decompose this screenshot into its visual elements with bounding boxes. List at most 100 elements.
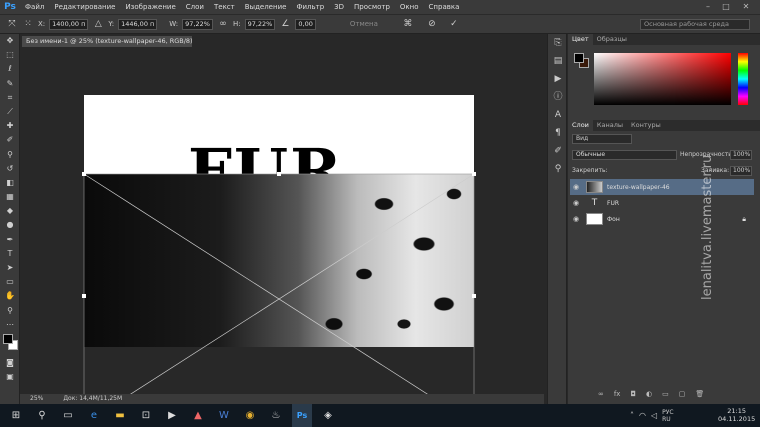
move-tool-icon[interactable]: ✥	[0, 34, 20, 48]
fx-icon[interactable]: fx	[614, 390, 621, 402]
menu-layers[interactable]: Слои	[181, 0, 209, 14]
layer-row-texture[interactable]: ◉ texture-wallpaper-46	[570, 179, 754, 195]
volume-icon[interactable]: ◁	[651, 411, 657, 420]
menu-select[interactable]: Выделение	[240, 0, 292, 14]
opacity-input[interactable]: 100%	[730, 150, 752, 160]
group-icon[interactable]: ▭	[662, 390, 669, 402]
menu-3d[interactable]: 3D	[329, 0, 349, 14]
tab-paths[interactable]: Контуры	[627, 120, 665, 131]
edge-icon[interactable]: e	[84, 404, 104, 427]
close-icon[interactable]: ✕	[738, 0, 754, 14]
link-layers-icon[interactable]: ∞	[598, 390, 604, 402]
eye-icon[interactable]: ◉	[570, 199, 582, 207]
character-panel-icon[interactable]: A	[548, 106, 568, 124]
eye-icon[interactable]: ◉	[570, 183, 582, 191]
edit-toolbar-icon[interactable]: ⋯	[0, 318, 20, 332]
transform-tool-icon[interactable]: ⤧	[6, 19, 18, 29]
clone-stamp-tool-icon[interactable]: ⚲	[0, 148, 20, 162]
x-input[interactable]: 1400,00 п	[49, 18, 89, 30]
layer-name[interactable]: FUR	[607, 200, 619, 207]
explorer-icon[interactable]: ▬	[110, 404, 130, 427]
crop-tool-icon[interactable]: ⌗	[0, 91, 20, 105]
hand-tool-icon[interactable]: ✋	[0, 289, 20, 303]
media-icon[interactable]: ▶	[162, 404, 182, 427]
canvas-area[interactable]: FUR	[20, 48, 544, 394]
app2-icon[interactable]: ◈	[318, 404, 338, 427]
delta-icon[interactable]: △	[92, 19, 104, 29]
screen-mode-icon[interactable]: ▣	[0, 370, 20, 384]
tab-layers[interactable]: Слои	[568, 120, 593, 131]
foreground-background-colors[interactable]	[0, 332, 19, 356]
lasso-tool-icon[interactable]: ℓ	[0, 62, 20, 76]
y-input[interactable]: 1446,00 п	[118, 18, 158, 30]
actions-panel-icon[interactable]: ▶	[548, 70, 568, 88]
shape-tool-icon[interactable]: ▭	[0, 275, 20, 289]
gradient-tool-icon[interactable]: ▦	[0, 190, 20, 204]
brush-panel-icon[interactable]: ✐	[548, 142, 568, 160]
word-icon[interactable]: W	[214, 404, 234, 427]
menu-help[interactable]: Справка	[424, 0, 465, 14]
layer-name[interactable]: Фон	[607, 216, 620, 223]
quick-mask-icon[interactable]: ◙	[0, 356, 20, 370]
type-tool-icon[interactable]: T	[0, 247, 20, 261]
width-input[interactable]: 97,22%	[182, 18, 213, 30]
tray-chevron-icon[interactable]: ˄	[630, 411, 634, 420]
reference-point-icon[interactable]: ⁙	[22, 19, 34, 29]
quick-select-tool-icon[interactable]: ✎	[0, 77, 20, 91]
link-icon[interactable]: ∞	[217, 19, 229, 29]
maximize-icon[interactable]: □	[718, 0, 734, 14]
blur-tool-icon[interactable]: ◆	[0, 204, 20, 218]
color-picker-field[interactable]	[594, 53, 731, 105]
blend-mode-select[interactable]: Обычные	[572, 150, 677, 160]
task-view-icon[interactable]: ▭	[58, 404, 78, 427]
keyboard-language[interactable]: РУС RU	[662, 409, 673, 423]
path-select-tool-icon[interactable]: ➤	[0, 261, 20, 275]
dodge-tool-icon[interactable]: ●	[0, 218, 20, 232]
tab-swatches[interactable]: Образцы	[593, 34, 631, 45]
menu-file[interactable]: Файл	[20, 0, 49, 14]
angle-input[interactable]: 0,00	[295, 18, 316, 30]
paragraph-panel-icon[interactable]: ¶	[548, 124, 568, 142]
eraser-tool-icon[interactable]: ◧	[0, 176, 20, 190]
workspace-select[interactable]: Основная рабочая среда	[640, 19, 750, 30]
foreground-color-swatch[interactable]	[3, 333, 13, 344]
layer-row-fur[interactable]: ◉ T FUR	[570, 195, 754, 211]
history-brush-tool-icon[interactable]: ↺	[0, 162, 20, 176]
clone-source-panel-icon[interactable]: ⚲	[548, 160, 568, 178]
menu-window[interactable]: Окно	[395, 0, 424, 14]
menu-edit[interactable]: Редактирование	[49, 0, 120, 14]
search-icon[interactable]: ⚲	[32, 404, 52, 427]
menu-view[interactable]: Просмотр	[349, 0, 395, 14]
document-info[interactable]: Док: 14,4M/11,25M	[63, 394, 122, 404]
zoom-tool-icon[interactable]: ⚲	[0, 304, 20, 318]
height-input[interactable]: 97,22%	[244, 18, 276, 30]
warp-icon[interactable]: ⌘	[402, 19, 414, 29]
mask-icon[interactable]: ◘	[630, 390, 636, 402]
new-layer-icon[interactable]: ▢	[679, 390, 686, 402]
document-tab[interactable]: Без имени-1 @ 25% (texture-wallpaper-46,…	[22, 36, 192, 47]
hue-slider[interactable]	[738, 53, 748, 105]
minimize-icon[interactable]: –	[700, 0, 716, 14]
layer-row-background[interactable]: ◉ Фон 🔒︎	[570, 211, 754, 227]
app-icon[interactable]: ▲	[188, 404, 208, 427]
history-panel-icon[interactable]: ⎘	[548, 34, 568, 52]
store-icon[interactable]: ⊡	[136, 404, 156, 427]
transform-box[interactable]	[20, 48, 544, 394]
panel-foreground-swatch[interactable]	[574, 53, 584, 63]
network-icon[interactable]: ◠	[639, 411, 646, 420]
info-panel-icon[interactable]: ⓘ	[548, 88, 568, 106]
tab-channels[interactable]: Каналы	[593, 120, 627, 131]
cancel-transform-icon[interactable]: ⊘	[426, 19, 438, 29]
commit-transform-icon[interactable]: ✓	[448, 19, 460, 29]
menu-image[interactable]: Изображение	[120, 0, 180, 14]
menu-type[interactable]: Текст	[209, 0, 240, 14]
eyedropper-tool-icon[interactable]: ⟋	[0, 105, 20, 119]
adjustment-icon[interactable]: ◐	[646, 390, 652, 402]
properties-panel-icon[interactable]: ▤	[548, 52, 568, 70]
layer-name[interactable]: texture-wallpaper-46	[607, 184, 670, 191]
trash-icon[interactable]: 🗑︎	[695, 390, 704, 402]
zoom-level[interactable]: 25%	[30, 394, 43, 404]
fill-input[interactable]: 100%	[730, 166, 752, 176]
steam-icon[interactable]: ♨	[266, 404, 286, 427]
photoshop-taskbar-icon[interactable]: Ps	[292, 404, 312, 427]
